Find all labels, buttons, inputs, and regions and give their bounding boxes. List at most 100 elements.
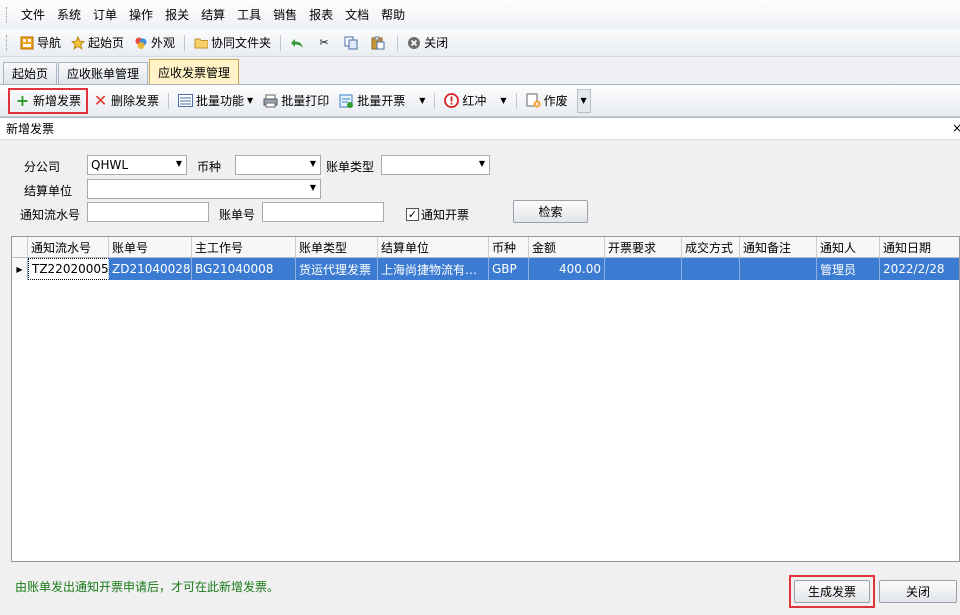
cell-main-job-no[interactable]: BG21040008 (192, 258, 296, 280)
chevron-down-icon[interactable]: ▼ (500, 96, 506, 105)
batch-print-button[interactable]: 批量打印 (258, 88, 334, 114)
add-invoice-button[interactable]: + 新增发票 (8, 87, 89, 114)
chevron-down-icon[interactable]: ▼ (419, 96, 425, 105)
cell-currency[interactable]: GBP (489, 258, 529, 280)
bill-no-input[interactable] (262, 202, 384, 222)
home-button[interactable]: 起始页 (66, 32, 129, 54)
cell-notice-date[interactable]: 2022/2/28 (880, 258, 957, 280)
delete-invoice-button[interactable]: ✕ 删除发票 (88, 88, 164, 114)
col-deal-method[interactable]: 成交方式 (682, 237, 740, 257)
generate-invoice-button[interactable]: 生成发票 (794, 580, 870, 603)
col-notifier[interactable]: 通知人 (817, 237, 880, 257)
menu-tools[interactable]: 工具 (231, 6, 267, 23)
settlement-unit-label: 结算单位 (24, 184, 73, 198)
add-invoice-label: 新增发票 (33, 94, 82, 108)
tab-start-page[interactable]: 起始页 (3, 62, 58, 84)
tab-receivable-bills[interactable]: 应收账单管理 (58, 62, 149, 84)
search-button[interactable]: 检索 (513, 200, 588, 223)
shared-folder-button[interactable]: 协同文件夹 (189, 32, 276, 54)
notify-invoice-checkbox[interactable]: ✓ 通知开票 (406, 206, 469, 223)
delete-invoice-label: 删除发票 (111, 94, 160, 108)
branch-label: 分公司 (24, 160, 61, 174)
batch-function-button[interactable]: 批量功能 ▼ (173, 88, 258, 114)
menu-help[interactable]: 帮助 (375, 6, 411, 23)
bill-type-label: 账单类型 (326, 160, 375, 174)
currency-select[interactable]: ▼ (235, 155, 321, 175)
appearance-label: 外观 (151, 36, 176, 50)
row-indicator-icon: ▶ (12, 258, 28, 280)
cell-settlement-unit[interactable]: 上海尚捷物流有… (378, 258, 489, 280)
star-icon (71, 35, 86, 50)
cell-amount[interactable]: 400.00 (529, 258, 605, 280)
nav-button[interactable]: 导航 (15, 32, 66, 54)
cell-bill-no[interactable]: ZD21040028 (109, 258, 192, 280)
invoice-icon (339, 93, 354, 108)
col-invoice-req[interactable]: 开票要求 (605, 237, 682, 257)
batch-print-label: 批量打印 (281, 94, 330, 108)
batch-function-label: 批量功能 (196, 94, 245, 108)
home-label: 起始页 (88, 36, 125, 50)
toolbar-separator (397, 34, 399, 51)
col-bill-no[interactable]: 账单号 (109, 237, 192, 257)
col-main-job-no[interactable]: 主工作号 (192, 237, 296, 257)
checkbox-checked-icon[interactable]: ✓ (406, 208, 419, 221)
menu-operation[interactable]: 操作 (123, 6, 159, 23)
toolbar-separator (168, 92, 170, 109)
cell-notice-no[interactable]: TZ22020005 (28, 258, 109, 280)
col-amount[interactable]: 金额 (529, 237, 605, 257)
chevron-down-icon: ▼ (309, 159, 316, 168)
settlement-unit-select[interactable]: ▼ (87, 179, 321, 199)
red-reverse-button[interactable]: 红冲 ▼ (439, 88, 511, 114)
undo-button[interactable] (285, 32, 312, 54)
invoice-toolbar: + 新增发票 ✕ 删除发票 批量功能 ▼ 批量打印 批量开票 ▼ 红冲 ▼ 作废… (0, 85, 960, 117)
menu-customs[interactable]: 报关 (159, 6, 195, 23)
bill-type-select[interactable]: ▼ (381, 155, 490, 175)
printer-icon (263, 93, 278, 108)
grid-header: 通知流水号 账单号 主工作号 账单类型 结算单位 币种 金额 开票要求 成交方式… (12, 237, 959, 258)
notice-no-label: 通知流水号 (20, 208, 81, 222)
menu-settlement[interactable]: 结算 (195, 6, 231, 23)
nav-icon (20, 36, 34, 50)
col-settlement-unit[interactable]: 结算单位 (378, 237, 489, 257)
menu-system[interactable]: 系统 (51, 6, 87, 23)
cell-bill-type[interactable]: 货运代理发票 (296, 258, 378, 280)
grid-corner (12, 237, 28, 257)
chevron-down-icon: ▼ (175, 159, 182, 168)
copy-button[interactable] (339, 32, 366, 54)
toolbar-separator (434, 92, 436, 109)
cut-button[interactable]: ✂ (312, 32, 339, 54)
dialog-title: 新增发票 (6, 122, 55, 136)
paste-button[interactable] (366, 32, 393, 54)
tab-receivable-invoices[interactable]: 应收发票管理 (149, 59, 240, 84)
void-button[interactable]: 作废 (521, 88, 573, 114)
dialog-close-button[interactable]: 关闭 (879, 580, 957, 603)
menu-bar: 文件 系统 订单 操作 报关 结算 工具 销售 报表 文档 帮助 (0, 0, 960, 29)
table-row[interactable]: ▶ TZ22020005 ZD21040028 BG21040008 货运代理发… (12, 258, 959, 280)
cell-invoice-req[interactable] (605, 258, 682, 280)
red-reverse-label: 红冲 (462, 94, 487, 108)
col-notice-no[interactable]: 通知流水号 (28, 237, 109, 257)
dialog-close-icon[interactable]: × (952, 121, 960, 135)
cell-notice-remark[interactable] (740, 258, 817, 280)
toolbar-separator (280, 34, 282, 51)
notice-no-input[interactable] (87, 202, 209, 222)
toolbar-overflow-button[interactable]: ▼ (576, 88, 591, 113)
batch-issue-button[interactable]: 批量开票 ▼ (334, 88, 430, 114)
col-bill-type[interactable]: 账单类型 (296, 237, 378, 257)
col-notice-date[interactable]: 通知日期 (880, 237, 957, 257)
menu-file[interactable]: 文件 (15, 6, 51, 23)
col-notice-remark[interactable]: 通知备注 (740, 237, 817, 257)
menu-documents[interactable]: 文档 (339, 6, 375, 23)
menu-sales[interactable]: 销售 (267, 6, 303, 23)
close-page-button[interactable]: 关闭 (402, 32, 453, 54)
menu-order[interactable]: 订单 (87, 6, 123, 23)
appearance-button[interactable]: 外观 (129, 32, 180, 54)
branch-select[interactable]: QHWL ▼ (87, 155, 187, 175)
menu-reports[interactable]: 报表 (303, 6, 339, 23)
list-icon (178, 93, 194, 108)
toolbar-separator (184, 34, 186, 51)
col-currency[interactable]: 币种 (489, 237, 529, 257)
dialog-title-bar: 新增发票 (0, 118, 960, 140)
cell-deal-method[interactable] (682, 258, 740, 280)
cell-notifier[interactable]: 管理员 (817, 258, 880, 280)
